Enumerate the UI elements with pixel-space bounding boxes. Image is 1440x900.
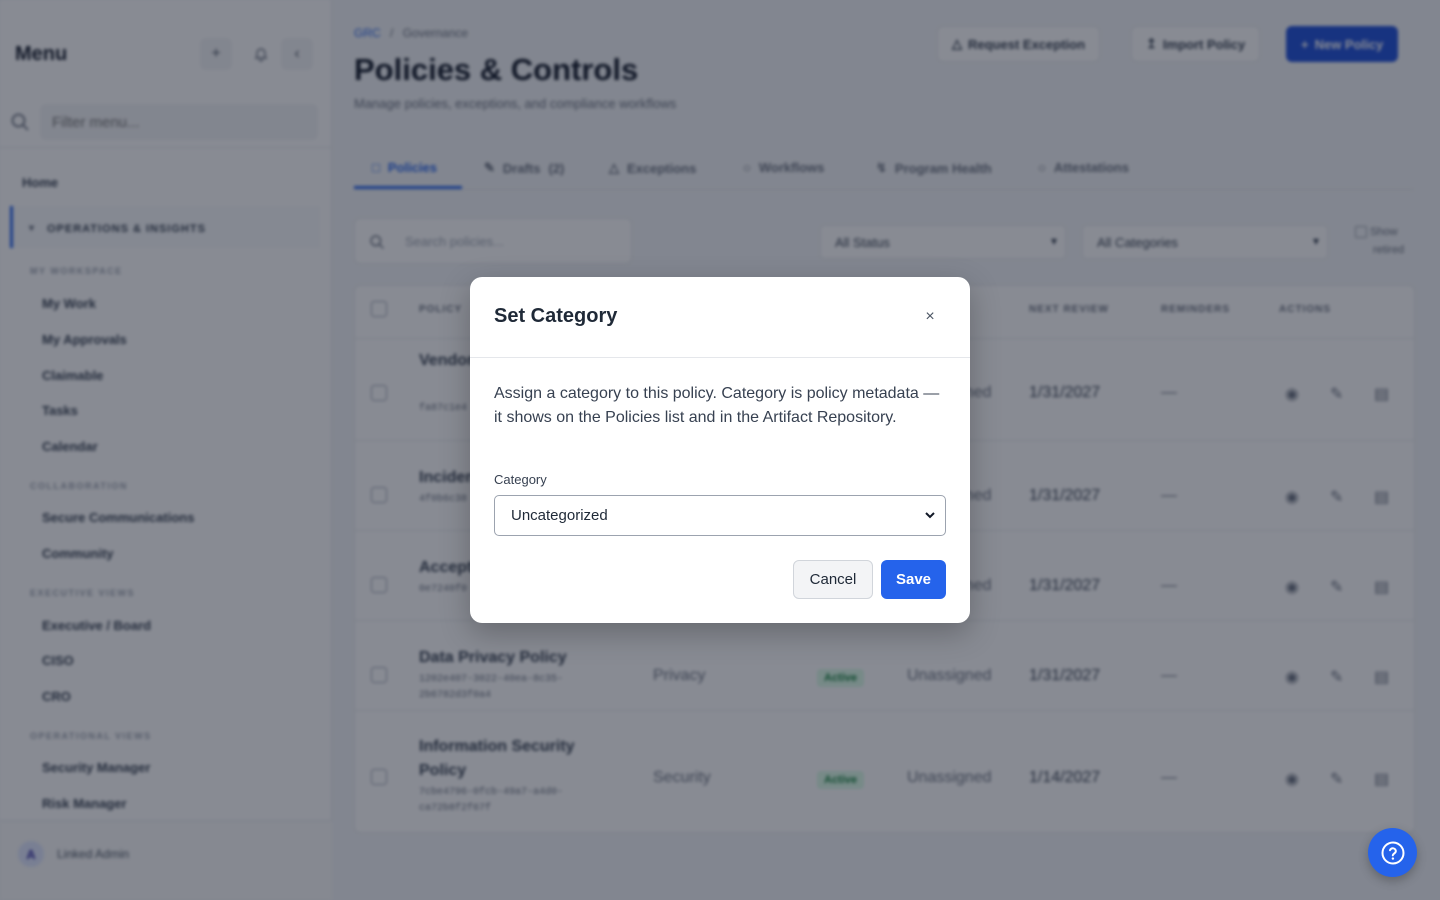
- set-category-dialog: Set Category × Assign a category to this…: [470, 277, 970, 623]
- chevron-down-icon: [925, 512, 935, 519]
- help-icon: [1381, 841, 1404, 864]
- category-field-label: Category: [494, 472, 547, 487]
- category-selected-value: Uncategorized: [511, 507, 608, 524]
- dialog-header: Set Category ×: [470, 277, 970, 358]
- close-icon[interactable]: ×: [918, 305, 942, 329]
- dialog-description: Assign a category to this policy. Catego…: [494, 385, 940, 426]
- cancel-button[interactable]: Cancel: [793, 560, 873, 599]
- category-select[interactable]: Uncategorized: [494, 495, 946, 536]
- dialog-title: Set Category: [494, 305, 618, 327]
- save-button[interactable]: Save: [881, 560, 946, 599]
- help-button[interactable]: [1368, 828, 1417, 877]
